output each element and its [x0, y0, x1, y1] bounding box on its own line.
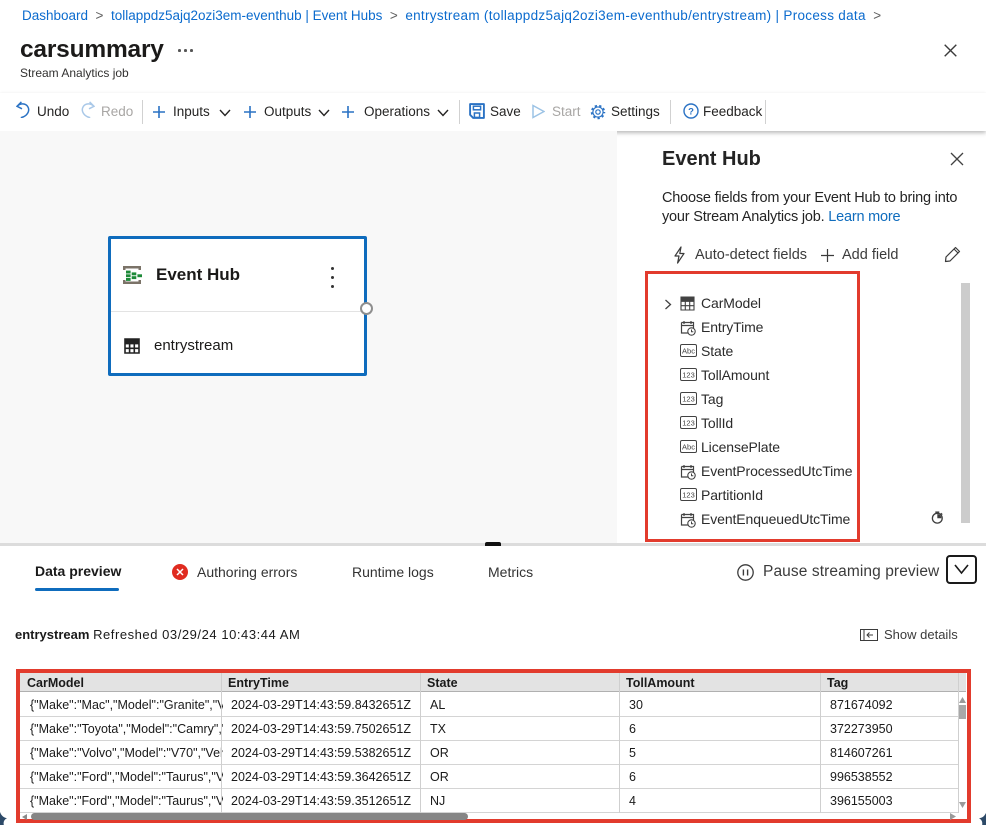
svg-text:?: ?: [688, 106, 694, 117]
